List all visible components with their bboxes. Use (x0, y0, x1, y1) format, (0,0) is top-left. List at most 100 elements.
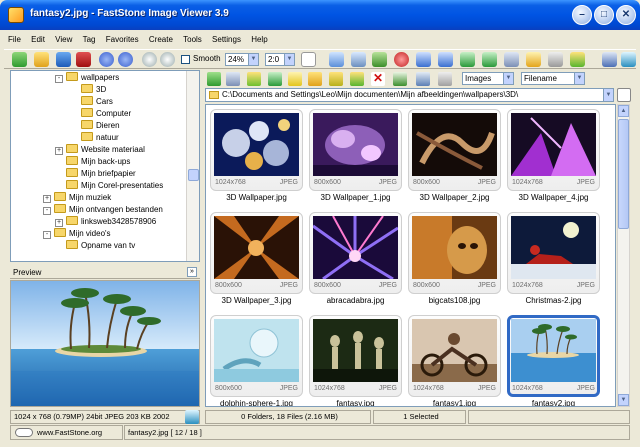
copy-to-icon[interactable] (329, 72, 343, 86)
tree-item[interactable]: Mijn Corel-presentaties (55, 180, 163, 191)
tree-item[interactable]: Opname van tv (66, 240, 135, 251)
collapse-chevron-icon[interactable]: » (187, 267, 197, 277)
thumbnail-card[interactable]: 1024x768 JPEG 3D Wallpaper_4.jpg (507, 109, 600, 204)
maximize-button[interactable]: □ (594, 5, 614, 25)
folder-tree[interactable]: - wallpapers 3D Cars Computer Dieren natu… (10, 70, 200, 262)
thumbnail-card[interactable]: 800x600 JPEG abracadabra.jpg (309, 212, 402, 307)
thumbnail-scrollbar[interactable]: ▲ ▼ (617, 104, 630, 407)
tree-scrollbar[interactable] (186, 71, 199, 261)
menu-tools[interactable]: Tools (179, 34, 206, 45)
rotate-left-icon[interactable] (416, 52, 431, 67)
fullscreen-icon[interactable] (482, 52, 497, 67)
scroll-thumb[interactable] (188, 169, 199, 181)
refresh-icon[interactable] (247, 72, 261, 86)
expand-icon[interactable]: + (43, 195, 51, 203)
next-icon[interactable] (118, 52, 133, 67)
back-icon[interactable] (207, 72, 221, 86)
menu-view[interactable]: View (51, 34, 76, 45)
crop-icon[interactable] (351, 52, 366, 67)
menu-favorites[interactable]: Favorites (102, 34, 143, 45)
zoom-select[interactable]: 24% ▼ (225, 53, 259, 66)
slideshow-icon[interactable] (504, 52, 519, 67)
thumbnail-card[interactable]: 800x600 JPEG 3D Wallpaper_2.jpg (408, 109, 501, 204)
expand-icon[interactable]: + (55, 219, 63, 227)
previous-icon[interactable] (99, 52, 114, 67)
fit-window-icon[interactable] (185, 410, 199, 424)
resize-icon[interactable] (329, 52, 344, 67)
tree-item[interactable]: + Website materiaal (55, 144, 145, 155)
scroll-up-icon[interactable]: ▲ (618, 105, 629, 117)
tree-item[interactable]: Mijn briefpapier (55, 168, 136, 179)
title-bar[interactable]: fantasy2.jpg - FastStone Image Viewer 3.… (0, 0, 640, 30)
smooth-checkbox[interactable] (181, 55, 190, 64)
ratio-select[interactable]: 2:0 ▼ (265, 53, 295, 66)
scroll-thumb[interactable] (618, 119, 629, 229)
list-view-icon[interactable] (416, 72, 430, 86)
sort-select[interactable]: Filename ▼ (521, 72, 585, 85)
thumbnail-card[interactable]: 1024x768 JPEG fantasy.jpg (309, 315, 402, 406)
delete-icon[interactable] (76, 52, 91, 67)
zoom-out-icon[interactable] (160, 52, 175, 67)
website-link[interactable]: www.FastStone.org (10, 425, 123, 440)
path-bar[interactable]: C:\Documents and Settings\Leo\Mijn docum… (205, 88, 614, 102)
tree-item[interactable]: + Mijn muziek (43, 192, 111, 203)
open-file-icon[interactable] (34, 52, 49, 67)
email-icon[interactable] (526, 52, 541, 67)
tools-icon[interactable] (617, 88, 631, 102)
draw-icon[interactable] (372, 52, 387, 67)
menu-edit[interactable]: Edit (27, 34, 49, 45)
tree-item[interactable]: Cars (81, 96, 113, 107)
menu-tag[interactable]: Tag (79, 34, 100, 45)
open-folder-icon[interactable] (12, 52, 27, 67)
tree-item[interactable]: Mijn back-ups (55, 156, 130, 167)
collapse-icon[interactable]: - (43, 231, 51, 239)
thumbnail-card[interactable]: 800x600 JPEG bigcats108.jpg (408, 212, 501, 307)
menu-create[interactable]: Create (145, 34, 177, 45)
thumbnail-card[interactable]: 1024x768 JPEG 3D Wallpaper.jpg (210, 109, 303, 204)
hand-tool-icon[interactable] (301, 52, 316, 67)
tree-item[interactable]: - wallpapers (55, 72, 119, 83)
thumbnail-card[interactable]: 1024x768 JPEG fantasy1.jpg (408, 315, 501, 406)
favorite-star-icon[interactable] (288, 72, 302, 86)
thumbnail-view-icon[interactable] (393, 72, 407, 86)
thumbnail-card[interactable]: 800x600 JPEG 3D Wallpaper_1.jpg (309, 109, 402, 204)
tree-item[interactable]: - Mijn ontvangen bestanden (43, 204, 163, 215)
settings-icon[interactable] (570, 52, 585, 67)
collapse-icon[interactable]: - (55, 75, 63, 83)
scroll-down-icon[interactable]: ▼ (618, 394, 629, 406)
close-button[interactable]: ✕ (616, 5, 636, 25)
compare-icon[interactable] (460, 52, 475, 67)
menu-help[interactable]: Help (247, 34, 271, 45)
thumbnail-card-selected[interactable]: 1024x768 JPEG fantasy2.jpg (507, 315, 600, 406)
menu-file[interactable]: File (4, 34, 25, 45)
thumbnail-card[interactable]: 1024x768 JPEG Christmas-2.jpg (507, 212, 600, 307)
tree-item[interactable]: Computer (81, 108, 131, 119)
delete-x-icon[interactable]: ✕ (371, 72, 385, 86)
zoom-in-icon[interactable] (142, 52, 157, 67)
up-folder-icon[interactable] (226, 72, 240, 86)
thumbnail-grid[interactable]: 1024x768 JPEG 3D Wallpaper.jpg 800x600 JPE… (205, 104, 616, 407)
collapse-icon[interactable]: - (43, 207, 51, 215)
print-icon[interactable] (548, 52, 563, 67)
file-type-filter[interactable]: Images ▼ (462, 72, 514, 85)
tree-item[interactable]: - Mijn video's (43, 228, 111, 239)
new-folder-icon[interactable] (308, 72, 322, 86)
sync-icon[interactable] (268, 72, 282, 86)
full-view-icon[interactable] (621, 52, 636, 67)
thumbnail-card[interactable]: 800x600 JPEG 3D Wallpaper_3.jpg (210, 212, 303, 307)
tree-item[interactable]: natuur (81, 132, 119, 143)
move-to-icon[interactable] (350, 72, 364, 86)
details-view-icon[interactable] (438, 72, 452, 86)
tree-item[interactable]: Dieren (81, 120, 120, 131)
menu-settings[interactable]: Settings (208, 34, 245, 45)
save-icon[interactable] (56, 52, 71, 67)
tree-item[interactable]: 3D (81, 84, 106, 95)
expand-icon[interactable]: + (55, 147, 63, 155)
rotate-right-icon[interactable] (438, 52, 453, 67)
tree-item[interactable]: + linksweb3428578906 (55, 216, 156, 227)
layout-icon[interactable] (602, 52, 617, 67)
path-dropdown-button[interactable]: ▼ (603, 88, 614, 102)
minimize-button[interactable]: – (572, 5, 592, 25)
thumbnail-card[interactable]: 800x600 JPEG dolphin-sphere-1.jpg (210, 315, 303, 406)
red-eye-icon[interactable] (394, 52, 409, 67)
